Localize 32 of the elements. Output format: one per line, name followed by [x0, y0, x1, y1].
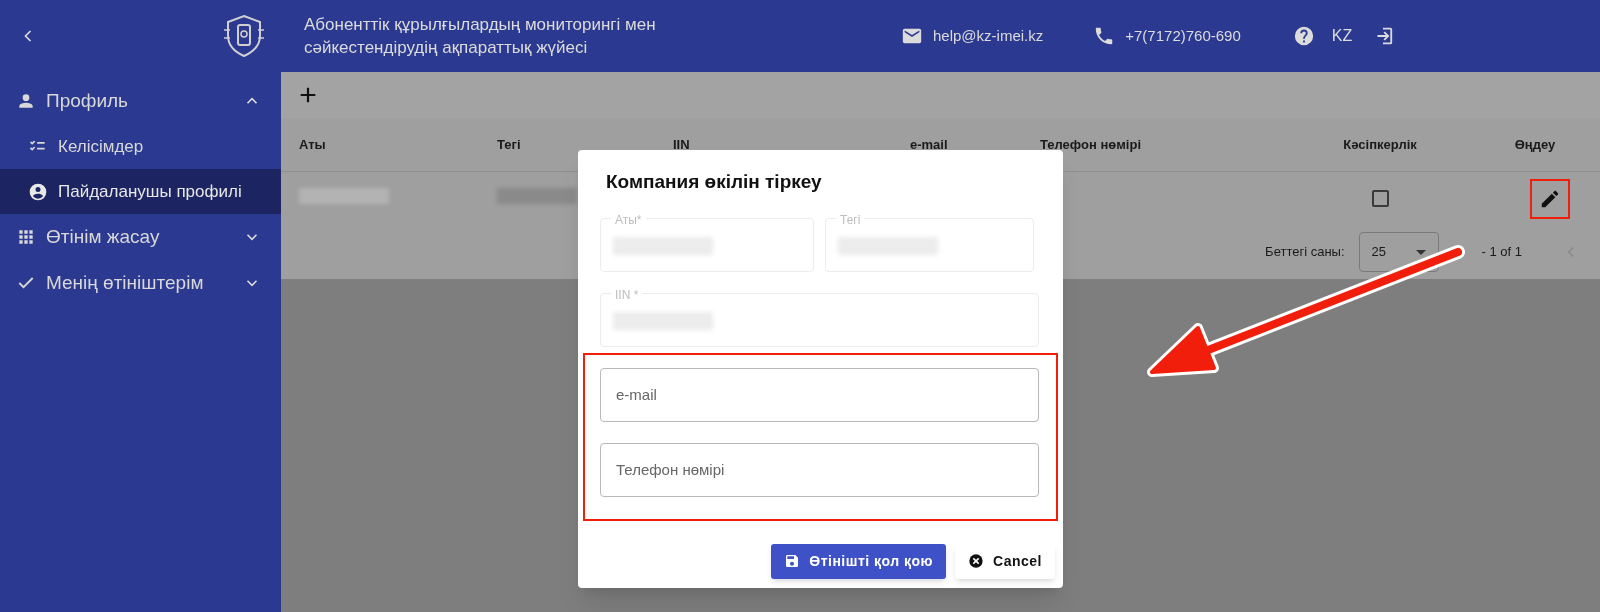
column-header: Кәсіпкерлік [1343, 136, 1417, 152]
cancel-button[interactable]: Cancel [955, 543, 1055, 579]
help-icon[interactable] [1292, 25, 1315, 47]
sidebar-subitem[interactable]: Келісімдер [0, 124, 281, 169]
phone-link[interactable]: +7(7172)760-690 [1125, 24, 1241, 48]
system-title: Абоненттік құрылғылардың мониторингі мен сәйкестендірудің ақпараттық жүйесі [304, 14, 657, 59]
column-header: Тегі [497, 136, 521, 152]
sidebar-subitem[interactable]: Пайдаланушы профилі [0, 169, 281, 214]
submit-button[interactable]: Өтінішті қол қою [771, 543, 947, 579]
column-header: e-mail [910, 136, 948, 152]
column-header: IIN [673, 136, 690, 152]
person-icon [16, 91, 36, 111]
rows-per-page-label: Беттегі саны: [1265, 243, 1345, 262]
sidebar-item[interactable]: Профиль [0, 78, 281, 124]
sidebar-item[interactable]: Өтінім жасау [0, 214, 281, 260]
grid-icon [16, 227, 36, 247]
dialog-title: Компания өкілін тіркеу [605, 170, 823, 194]
cancel-icon [968, 553, 985, 569]
sidebar-item[interactable]: Менің өтініштерім [0, 260, 281, 306]
save-icon [784, 553, 801, 569]
column-header: Телефон нөмірі [1040, 136, 1142, 152]
input-field[interactable]: Телефон нөмірі [600, 442, 1039, 497]
column-header: Өңдеу [1514, 136, 1556, 152]
page-range: - 1 of 1 [1481, 243, 1522, 262]
language-button[interactable]: KZ [1331, 24, 1353, 48]
email-link[interactable]: help@kz-imei.kz [933, 24, 1044, 48]
checkbox[interactable] [1371, 190, 1389, 207]
input-field[interactable]: e-mail [600, 367, 1039, 422]
caret-icon [1415, 249, 1426, 255]
account-icon [28, 181, 48, 202]
column-header: Аты [299, 136, 326, 152]
rows-per-page-select[interactable]: 25 [1358, 232, 1439, 272]
